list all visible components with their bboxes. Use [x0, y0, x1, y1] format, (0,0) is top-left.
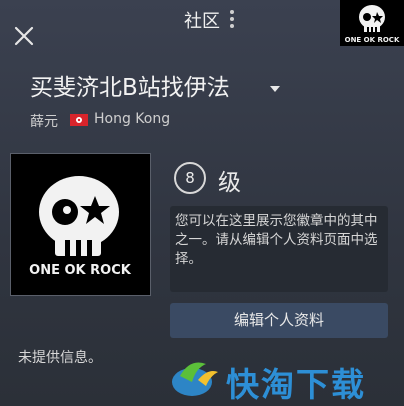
more-options-button[interactable] — [225, 8, 239, 30]
location: Hong Kong — [94, 111, 171, 127]
avatar[interactable]: ONE OK ROCK — [10, 153, 151, 296]
no-info-text: 未提供信息。 — [18, 350, 102, 366]
skull-logo-icon: ONE OK ROCK — [29, 164, 132, 278]
profile-display-name: 买斐济北B站找伊法 — [30, 75, 230, 101]
hong-kong-flag-icon — [70, 114, 88, 126]
corner-logo-caption: ONE OK ROCK — [345, 36, 400, 44]
edit-profile-button[interactable]: 编辑个人资料 — [170, 303, 388, 338]
svg-text:ONE OK ROCK: ONE OK ROCK — [345, 36, 400, 44]
name-dropdown-caret-icon[interactable] — [270, 86, 280, 92]
avatar-caption: ONE OK ROCK — [29, 263, 132, 278]
top-bar: 社区 ONE OK ROCK — [0, 0, 404, 64]
badge-hint-text: 您可以在这里展示您徽章中的其中之一。请从编辑个人资料页面中选择。 — [175, 213, 378, 267]
level-label: 级 — [218, 170, 241, 196]
watermark-leaf-icon — [172, 362, 218, 396]
band-logo-thumbnail[interactable]: ONE OK ROCK — [340, 0, 404, 46]
watermark-text: 快淘下载 — [226, 365, 366, 404]
more-vertical-icon — [230, 10, 234, 28]
level-badge[interactable]: 8 — [174, 162, 206, 194]
real-name: 薛元 — [30, 114, 58, 130]
badge-showcase-panel: 您可以在这里展示您徽章中的其中之一。请从编辑个人资料页面中选择。 — [170, 206, 388, 292]
watermark-logo: 快淘下载 — [168, 352, 388, 404]
